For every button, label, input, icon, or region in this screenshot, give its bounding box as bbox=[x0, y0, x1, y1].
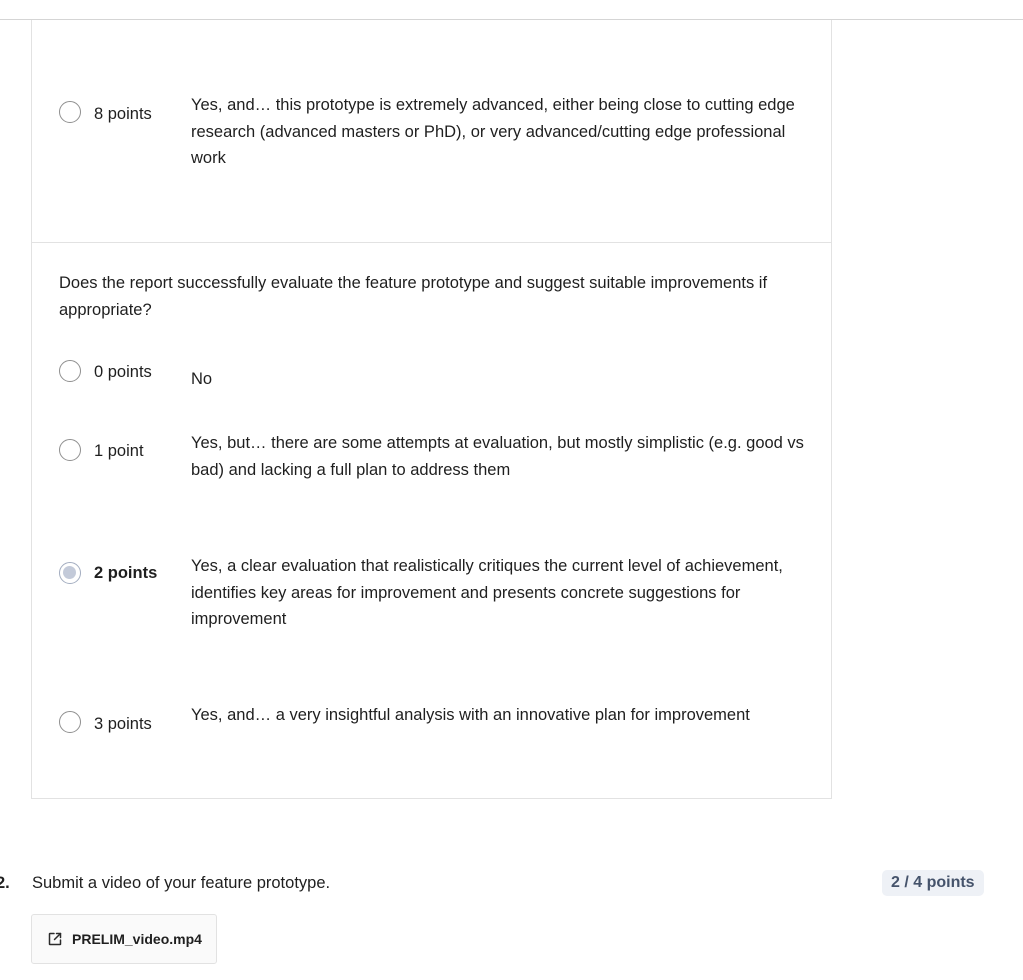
criterion-question: Does the report successfully evaluate th… bbox=[59, 274, 768, 319]
option-description: Yes, and… this prototype is extremely ad… bbox=[191, 96, 795, 167]
attachment-filename: PRELIM_video.mp4 bbox=[72, 931, 202, 947]
option-points-label: 1 point bbox=[94, 442, 144, 460]
radio-button[interactable] bbox=[59, 101, 81, 123]
rubric-criterion-card: Does the report successfully evaluate th… bbox=[31, 242, 832, 799]
external-link-icon bbox=[48, 932, 62, 946]
radio-button-selected[interactable] bbox=[59, 562, 81, 584]
radio-button[interactable] bbox=[59, 711, 81, 733]
option-points-label: 8 points bbox=[94, 105, 152, 123]
option-description: No bbox=[191, 370, 213, 388]
option-description: Yes, but… there are some attempts at eva… bbox=[191, 434, 804, 479]
option-description: Yes, a clear evaluation that realistical… bbox=[191, 557, 783, 628]
question-number: 2. bbox=[0, 874, 10, 892]
question-text: Submit a video of your feature prototype… bbox=[32, 874, 331, 892]
attachment-link-button[interactable]: PRELIM_video.mp4 bbox=[31, 914, 217, 964]
option-description: Yes, and… a very insightful analysis wit… bbox=[191, 706, 750, 724]
rubric-criterion-card-previous: 8 points Yes, and… this prototype is ext… bbox=[31, 20, 832, 243]
radio-button[interactable] bbox=[59, 360, 81, 382]
score-badge: 2 / 4 points bbox=[882, 870, 984, 896]
option-points-label: 0 points bbox=[94, 363, 152, 381]
radio-button[interactable] bbox=[59, 439, 81, 461]
option-points-label: 2 points bbox=[94, 564, 158, 582]
option-points-label: 3 points bbox=[94, 715, 152, 733]
